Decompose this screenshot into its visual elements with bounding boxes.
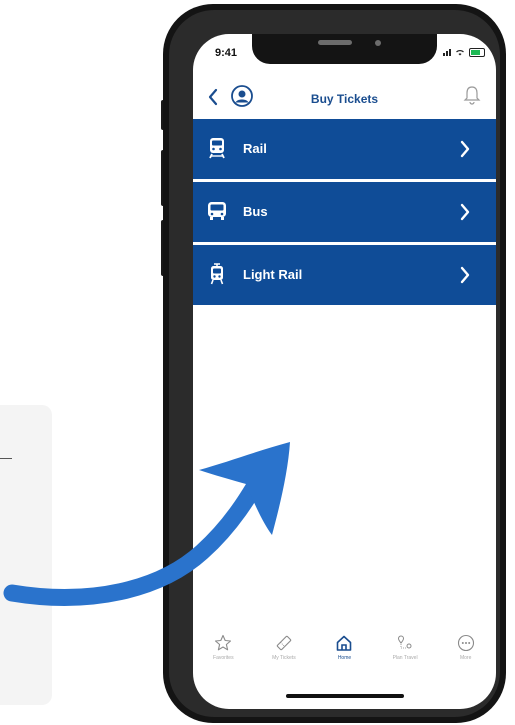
notch [252, 34, 437, 64]
tab-favorites[interactable]: Favorites [195, 632, 251, 661]
phone-frame: 9:41 Buy Tickets Rail Bus Light Rail Fav… [163, 4, 506, 723]
more-icon [457, 634, 474, 652]
map-pin-icon [398, 635, 412, 649]
ticket-row-rail[interactable]: Rail [193, 119, 496, 179]
notifications-button[interactable] [463, 84, 481, 106]
bell-icon [463, 86, 481, 105]
signal-icon [443, 48, 451, 56]
tab-plan-travel[interactable]: Plan Travel [377, 632, 433, 661]
bus-icon [208, 202, 226, 220]
phone-screen: 9:41 Buy Tickets Rail Bus Light Rail Fav… [193, 34, 496, 709]
chevron-right-icon [460, 140, 470, 158]
app-header: Buy Tickets [193, 78, 496, 118]
background-card [0, 405, 52, 705]
home-indicator [286, 694, 404, 698]
camera [375, 40, 381, 46]
ticket-label-bus: Bus [243, 204, 268, 219]
ticket-label-rail: Rail [243, 141, 267, 156]
tab-label-favorites: Favorites [213, 655, 234, 661]
tab-label-more: More [459, 655, 472, 661]
home-icon [337, 635, 352, 651]
ticket-row-light-rail[interactable]: Light Rail [193, 245, 496, 305]
link-underline [0, 458, 12, 459]
status-icons [443, 47, 485, 57]
status-time: 9:41 [215, 47, 238, 59]
bottom-tab-bar: Favorites My Tickets Home Plan Travel Mo… [193, 632, 496, 682]
train-icon [209, 138, 225, 159]
page-title: Buy Tickets [310, 92, 379, 106]
tab-label-plan-travel: Plan Travel [392, 655, 418, 661]
tab-my-tickets[interactable]: My Tickets [256, 632, 312, 661]
chevron-right-icon [460, 203, 470, 221]
ticket-label-light-rail: Light Rail [243, 267, 303, 282]
star-icon [215, 634, 232, 651]
ticket-row-bus[interactable]: Bus [193, 182, 496, 242]
tab-label-my-tickets: My Tickets [272, 655, 296, 661]
ticket-type-list: Rail Bus Light Rail [193, 119, 496, 308]
wifi-icon [456, 50, 464, 56]
tab-label-home: Home [337, 655, 352, 661]
battery-icon [469, 47, 485, 57]
light-rail-icon [210, 263, 224, 285]
tab-more[interactable]: More [438, 632, 494, 661]
speaker [318, 40, 352, 45]
ticket-icon [276, 635, 292, 651]
tab-home[interactable]: Home [316, 632, 372, 661]
chevron-right-icon [460, 266, 470, 284]
